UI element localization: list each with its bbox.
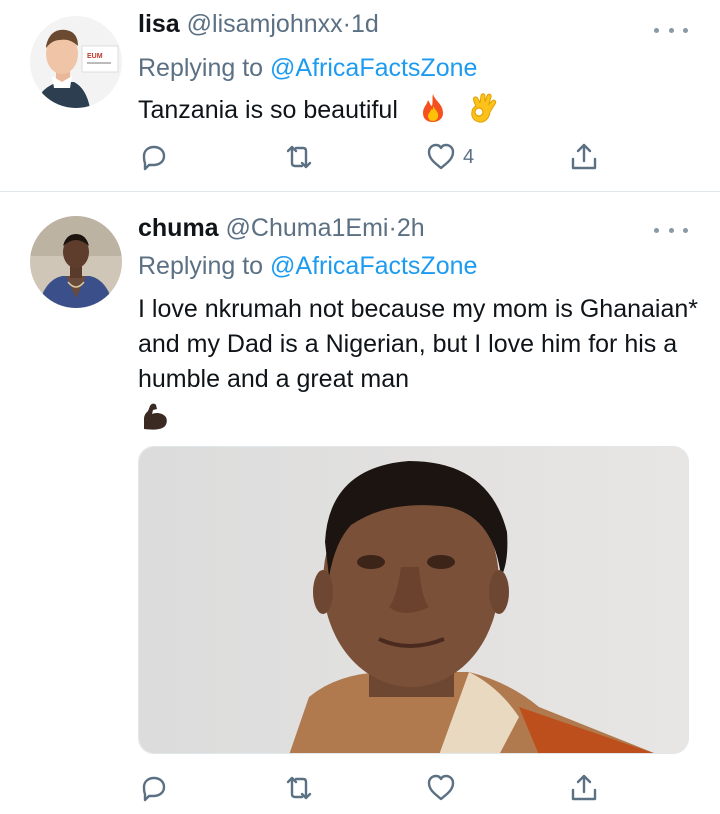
reply-button[interactable]	[138, 141, 176, 173]
portrait-photo	[139, 447, 688, 753]
replying-to: Replying to @AfricaFactsZone	[138, 52, 477, 84]
reply-button[interactable]	[138, 772, 176, 804]
share-button[interactable]	[568, 141, 600, 173]
avatar[interactable]: EUM	[30, 16, 122, 108]
tweet-text: I love nkrumah not because my mom is Gha…	[138, 292, 698, 441]
tweet-1[interactable]: EUM lisa @lisamjohnxx·1d Replying to @Af…	[0, 0, 720, 191]
tweet-actions: 4	[138, 141, 608, 173]
tweet-actions	[138, 772, 608, 804]
like-count: 4	[463, 145, 475, 168]
svg-text:EUM: EUM	[87, 53, 103, 60]
timestamp[interactable]: 1d	[351, 10, 379, 38]
share-icon	[571, 143, 597, 170]
reply-icon	[142, 776, 166, 802]
retweet-button[interactable]	[282, 772, 322, 804]
like-button[interactable]: 4	[425, 141, 474, 173]
share-icon	[571, 774, 597, 801]
display-name[interactable]: lisa	[138, 10, 180, 38]
replying-to: Replying to @AfricaFactsZone	[138, 250, 477, 282]
mention-link[interactable]: @AfricaFactsZone	[270, 252, 477, 280]
tweet-text: Tanzania is so beautiful	[138, 92, 698, 128]
mention-link[interactable]: @AfricaFactsZone	[270, 54, 477, 82]
tweet-media-image[interactable]	[138, 446, 689, 754]
retweet-button[interactable]	[282, 141, 322, 173]
retweet-icon	[286, 145, 312, 169]
flexed-biceps-emoji-icon	[144, 403, 167, 430]
tweet-header: chuma @Chuma1Emi·2h	[138, 212, 425, 244]
more-options-icon[interactable]	[654, 20, 688, 40]
avatar[interactable]	[30, 216, 122, 308]
retweet-icon	[286, 776, 312, 800]
like-button[interactable]	[425, 772, 463, 804]
separator-dot: ·	[342, 10, 351, 38]
fire-emoji-icon	[422, 94, 443, 122]
display-name[interactable]: chuma	[138, 214, 219, 242]
tweet-header: lisa @lisamjohnxx·1d	[138, 8, 379, 40]
reply-icon	[142, 145, 166, 171]
replying-prefix: Replying to	[138, 54, 264, 82]
timestamp[interactable]: 2h	[397, 214, 425, 242]
tweet-2[interactable]: chuma @Chuma1Emi·2h Replying to @AfricaF…	[0, 192, 720, 814]
ok-hand-emoji-icon	[471, 93, 496, 123]
tweet-body: Tanzania is so beautiful	[138, 96, 398, 124]
heart-icon	[427, 774, 455, 801]
heart-icon	[427, 143, 455, 170]
share-button[interactable]	[568, 772, 600, 804]
more-options-icon[interactable]	[654, 220, 688, 240]
tweet-body: I love nkrumah not because my mom is Gha…	[138, 295, 698, 393]
replying-prefix: Replying to	[138, 252, 264, 280]
user-handle[interactable]: @lisamjohnxx	[187, 10, 343, 38]
user-handle[interactable]: @Chuma1Emi	[226, 214, 389, 242]
separator-dot: ·	[388, 214, 397, 242]
